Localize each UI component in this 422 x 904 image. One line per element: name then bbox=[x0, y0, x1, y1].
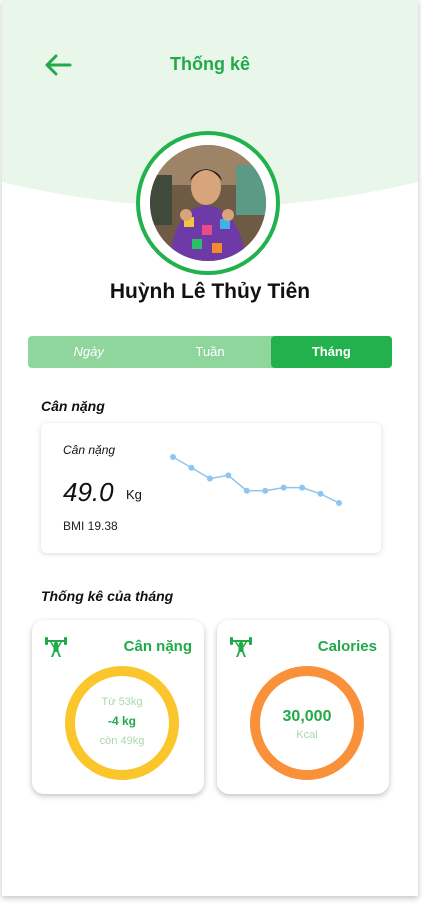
trend-point bbox=[280, 484, 287, 491]
calories-stat-title: Calories bbox=[317, 638, 377, 655]
weight-unit: Kg bbox=[126, 487, 142, 502]
weight-change: -4 kg bbox=[107, 714, 136, 728]
weight-card[interactable]: Cân nặng 49.0 Kg BMI 19.38 bbox=[41, 423, 381, 553]
calories-stat-card[interactable]: Calories 30,000 Kcal bbox=[217, 620, 389, 794]
trend-point bbox=[170, 454, 176, 460]
period-tabs: Ngày Tuần Tháng bbox=[28, 336, 392, 368]
trend-point bbox=[206, 475, 213, 482]
user-name: Huỳnh Lê Thủy Tiên bbox=[109, 280, 311, 303]
weight-value: 49.0 bbox=[63, 477, 114, 507]
trend-point bbox=[336, 500, 342, 506]
tab-month[interactable]: Tháng bbox=[270, 336, 392, 368]
trend-point bbox=[225, 472, 232, 479]
trend-point bbox=[317, 490, 324, 497]
page-title: Thống kê bbox=[170, 54, 250, 74]
trend-line bbox=[172, 456, 340, 504]
calories-value: 30,000 bbox=[282, 708, 332, 725]
weightlifter-icon bbox=[229, 634, 253, 663]
weight-from: Từ 53kg bbox=[101, 696, 143, 708]
tab-day[interactable]: Ngày bbox=[28, 336, 149, 368]
trend-point bbox=[188, 464, 195, 471]
weight-trend-sparkline bbox=[170, 454, 342, 506]
avatar-frame bbox=[136, 131, 280, 275]
weight-stat-card[interactable]: Cân nặng Từ 53kg -4 kg còn 49kg bbox=[32, 620, 204, 794]
tab-week[interactable]: Tuần bbox=[149, 336, 270, 368]
calories-unit: Kcal bbox=[296, 729, 318, 741]
weight-card-label: Cân nặng bbox=[63, 443, 116, 457]
month-section-title: Thống kê của tháng bbox=[41, 588, 174, 604]
weight-remain: còn 49kg bbox=[99, 735, 145, 747]
bmi-value: BMI 19.38 bbox=[63, 519, 118, 533]
trend-point bbox=[299, 484, 306, 491]
weight-stat-title: Cân nặng bbox=[123, 638, 192, 655]
weightlifter-icon bbox=[44, 634, 68, 663]
trend-point bbox=[243, 487, 250, 494]
avatar[interactable] bbox=[150, 145, 266, 261]
trend-point bbox=[262, 487, 269, 494]
phone-screen: Thống kê Huỳnh Lê Thủy Tiên Ngày Tuần Th… bbox=[2, 0, 418, 896]
weight-section-title: Cân nặng bbox=[41, 398, 105, 414]
